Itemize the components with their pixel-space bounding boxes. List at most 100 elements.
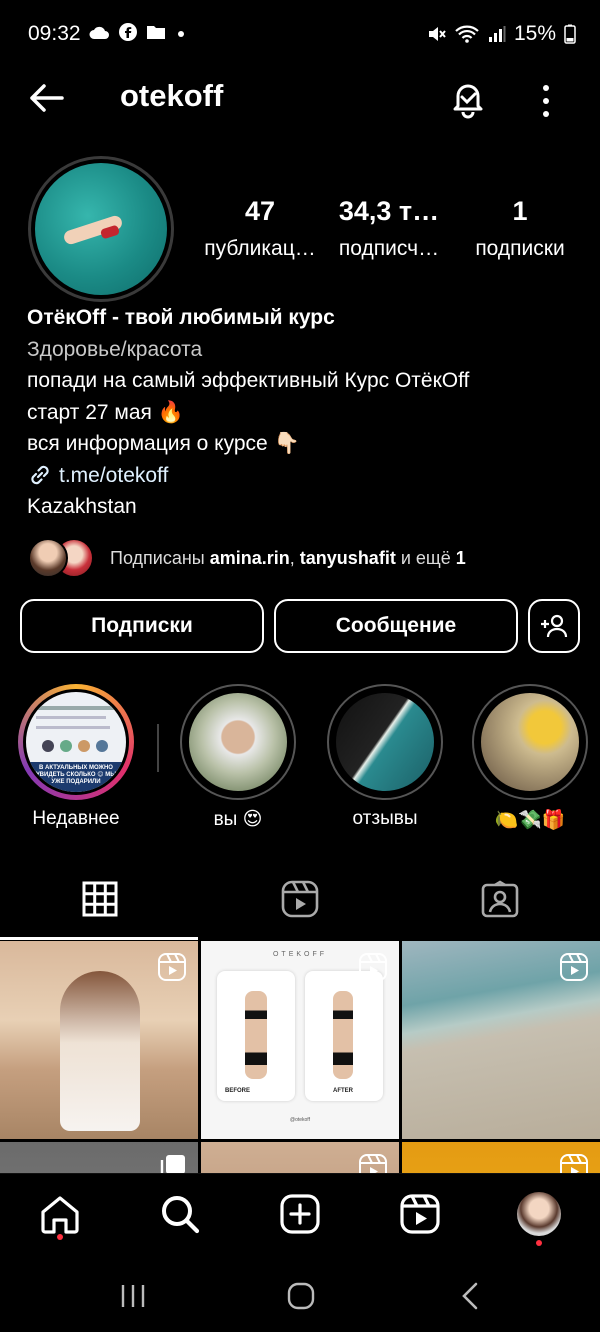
highlight-cover (478, 690, 582, 794)
profile-bio: ОтёкOff - твой любимый курс Здоровье/кра… (27, 302, 587, 523)
bottom-navigation (0, 1173, 600, 1259)
status-left-icons (88, 22, 188, 42)
grid-icon (82, 881, 118, 917)
after-label: AFTER (333, 1088, 353, 1094)
highlight-cover: В АКТУАЛЬНЫХ МОЖНО УВИДЕТЬ СКОЛЬКО 😊 МЫ … (23, 689, 129, 795)
highlight-cover-text: В АКТУАЛЬНЫХ МОЖНО УВИДЕТЬ СКОЛЬКО 😊 МЫ … (26, 762, 126, 792)
story-highlights: В АКТУАЛЬНЫХ МОЖНО УВИДЕТЬ СКОЛЬКО 😊 МЫ … (0, 684, 600, 834)
add-person-icon (541, 614, 568, 638)
create-post-icon[interactable] (278, 1192, 322, 1236)
post-thumbnail[interactable] (201, 1142, 399, 1173)
notification-bell-icon[interactable] (446, 76, 490, 120)
tagged-icon (481, 880, 519, 918)
post-thumbnail[interactable]: OTEKOFF BEFORE AFTER @otekoff (201, 941, 399, 1139)
post-thumbnail[interactable] (402, 1142, 600, 1173)
highlight-label: 🍋💸🎁 (494, 810, 566, 831)
highlight-cover (333, 690, 437, 794)
post-thumbnail[interactable] (0, 1142, 198, 1173)
profile-stats: 47 публикац… 34,3 т… подписч… 1 подписки (196, 196, 586, 261)
cloud-icon (89, 26, 109, 39)
highlight-ring (327, 684, 443, 800)
reel-badge-icon (359, 953, 387, 981)
search-icon[interactable] (158, 1192, 202, 1236)
following-stat[interactable]: 1 подписки (454, 196, 586, 261)
bio-link-text: t.me/otekoff (59, 463, 169, 487)
tab-reels[interactable] (200, 858, 400, 940)
profile-avatar[interactable] (28, 156, 174, 302)
status-bar: 09:32 15% (0, 0, 600, 70)
highlight-label: отзывы (352, 808, 418, 829)
system-navigation-bar (0, 1259, 600, 1332)
status-time: 09:32 (28, 22, 81, 45)
profile-location: Kazakhstan (27, 495, 137, 518)
home-notification-dot (57, 1234, 63, 1240)
profile-header: otekoff (0, 70, 600, 126)
folder-icon (147, 26, 165, 39)
reels-nav-icon[interactable] (398, 1192, 442, 1236)
tab-tagged[interactable] (400, 858, 600, 940)
highlight-cover (186, 690, 290, 794)
highlight-divider (157, 724, 159, 772)
followers-stat[interactable]: 34,3 т… подписч… (324, 196, 454, 261)
reels-icon (281, 880, 319, 918)
profile-username: otekoff (120, 78, 224, 113)
highlight-ring (180, 684, 296, 800)
profile-display-name: ОтёкOff - твой любимый курс (27, 306, 335, 329)
post-thumbnail[interactable] (402, 941, 600, 1139)
highlight-ring (472, 684, 588, 800)
highlight-item[interactable]: В АКТУАЛЬНЫХ МОЖНО УВИДЕТЬ СКОЛЬКО 😊 МЫ … (16, 684, 136, 830)
highlight-label: вы 😍 (213, 809, 263, 830)
posts-stat[interactable]: 47 публикац… (196, 196, 324, 261)
followers-label: подписч… (338, 237, 440, 260)
following-count: 1 (512, 196, 528, 226)
suggest-people-button[interactable] (528, 599, 580, 653)
highlight-ring: В АКТУАЛЬНЫХ МОЖНО УВИДЕТЬ СКОЛЬКО 😊 МЫ … (18, 684, 134, 800)
back-arrow-icon[interactable] (24, 76, 68, 120)
followed-by-text: Подписаны amina.rin, tanyushafit и ещё 1 (110, 547, 466, 568)
highlight-item[interactable]: отзывы (325, 684, 445, 830)
status-right: 15% (426, 22, 576, 46)
follower-avatar (28, 538, 68, 578)
followed-by[interactable]: Подписаны amina.rin, tanyushafit и ещё 1 (28, 536, 588, 580)
post-thumbnail[interactable] (0, 941, 198, 1139)
profile-category: Здоровье/красота (27, 337, 203, 361)
profile-nav-avatar[interactable] (517, 1192, 561, 1236)
highlight-label: Недавнее (32, 808, 120, 829)
posts-label: публикац… (204, 237, 316, 260)
following-button[interactable]: Подписки (20, 599, 264, 653)
posts-count: 47 (244, 196, 276, 226)
bio-line: старт 27 мая 🔥 (27, 400, 184, 424)
profile-actions: Подписки Сообщение (20, 599, 580, 653)
dot-icon (178, 31, 184, 37)
posts-grid: OTEKOFF BEFORE AFTER @otekoff (0, 941, 600, 1173)
signal-icon (488, 26, 506, 42)
bio-link[interactable]: t.me/otekoff (27, 460, 587, 492)
bio-line: попади на самый эффективный Курс ОтёкOff (27, 369, 470, 392)
highlight-item[interactable]: 🍋💸🎁 (470, 684, 590, 832)
profile-notification-dot (536, 1240, 542, 1246)
reel-badge-icon (560, 1154, 588, 1173)
avatar-image (35, 163, 167, 295)
more-options-icon[interactable] (526, 76, 566, 120)
highlight-item[interactable]: вы 😍 (178, 684, 298, 831)
battery-percent: 15% (513, 22, 556, 45)
home-icon[interactable] (38, 1192, 82, 1236)
mute-icon (428, 27, 446, 41)
facebook-icon (119, 23, 137, 41)
recent-apps-icon[interactable] (118, 1281, 148, 1311)
before-label: BEFORE (225, 1088, 251, 1094)
reel-badge-icon (560, 953, 588, 981)
link-icon (31, 466, 49, 485)
followers-count: 34,3 т… (338, 196, 440, 226)
tab-posts-grid[interactable] (0, 858, 200, 940)
back-button-icon[interactable] (456, 1281, 486, 1311)
reel-badge-icon (359, 1154, 387, 1173)
post-handle: @otekoff (290, 1117, 310, 1123)
battery-icon (564, 24, 576, 44)
home-button-icon[interactable] (286, 1281, 316, 1311)
message-button[interactable]: Сообщение (274, 599, 518, 653)
following-label: подписки (475, 237, 565, 260)
profile-tabs (0, 858, 600, 940)
bio-line: вся информация о курсе 👇🏻 (27, 432, 300, 455)
wifi-icon (455, 25, 479, 43)
